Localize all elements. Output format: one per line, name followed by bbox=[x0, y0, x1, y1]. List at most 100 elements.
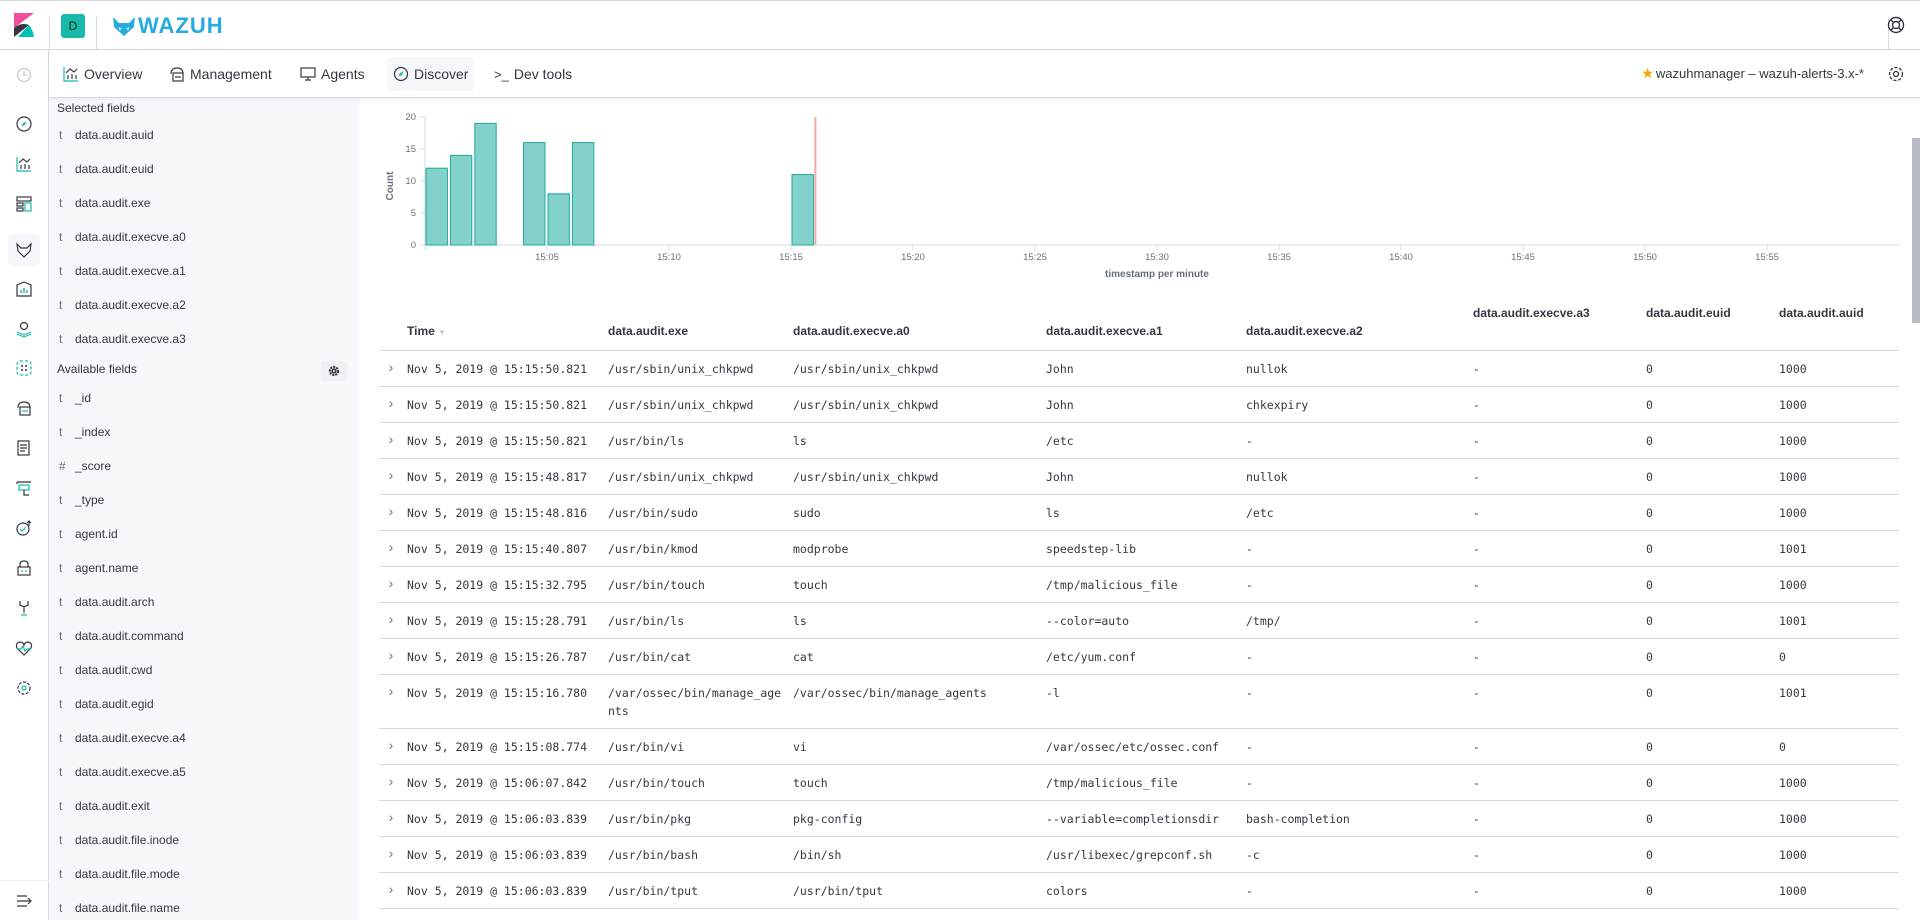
expand-row-chevron-icon[interactable]: › bbox=[379, 386, 403, 423]
tab-discover[interactable]: Discover bbox=[387, 57, 475, 91]
table-row[interactable]: › Nov 5, 2019 @ 15:15:48.817/usr/sbin/uni… bbox=[379, 458, 1899, 495]
tab-agents[interactable]: Agents bbox=[294, 57, 371, 91]
expand-row-chevron-icon[interactable]: › bbox=[379, 602, 403, 639]
nav-wazuh[interactable] bbox=[8, 234, 40, 266]
nav-logs[interactable] bbox=[8, 432, 40, 464]
field-item[interactable]: t data.audit.exit bbox=[59, 795, 150, 817]
settings-gear-icon[interactable] bbox=[1886, 64, 1906, 84]
help-lifebuoy-icon[interactable] bbox=[1886, 15, 1906, 35]
nav-management[interactable] bbox=[8, 672, 40, 704]
nav-siem[interactable] bbox=[8, 552, 40, 584]
table-row[interactable]: › Nov 5, 2019 @ 15:06:07.842/usr/bin/touc… bbox=[379, 764, 1899, 801]
col-header-execve-a2[interactable]: data.audit.execve.a2 bbox=[1242, 298, 1469, 351]
field-item[interactable]: t data.audit.egid bbox=[59, 693, 154, 715]
col-header-exe[interactable]: data.audit.exe bbox=[604, 298, 789, 351]
histogram-svg[interactable]: Count timestamp per minute 0 5 10 15 20 15:05… bbox=[359, 98, 1909, 288]
expand-row-chevron-icon[interactable]: › bbox=[379, 350, 403, 387]
tab-management[interactable]: Management bbox=[163, 57, 278, 91]
nav-uptime[interactable] bbox=[8, 512, 40, 544]
field-item[interactable]: t data.audit.cwd bbox=[59, 659, 152, 681]
sort-desc-icon[interactable]: ▼ bbox=[438, 328, 446, 337]
expand-row-chevron-icon[interactable]: › bbox=[379, 530, 403, 567]
field-item[interactable]: # _score bbox=[59, 455, 111, 477]
table-row[interactable]: › Nov 5, 2019 @ 15:15:50.821/usr/bin/ls ls… bbox=[379, 422, 1899, 459]
expand-row-chevron-icon[interactable]: › bbox=[379, 764, 403, 801]
field-item[interactable]: t data.audit.execve.a4 bbox=[59, 727, 186, 749]
col-header-time[interactable]: Time ▼ bbox=[403, 298, 604, 351]
recently-viewed-button[interactable] bbox=[8, 59, 40, 91]
col-header-execve-a3[interactable]: data.audit.execve.a3 bbox=[1469, 298, 1642, 351]
expand-row-chevron-icon[interactable]: › bbox=[379, 566, 403, 603]
field-item[interactable]: t agent.name bbox=[59, 557, 138, 579]
table-row[interactable]: › Nov 5, 2019 @ 15:06:03.839/usr/bin/bash… bbox=[379, 836, 1899, 873]
field-item[interactable]: t agent.id bbox=[59, 523, 118, 545]
col-header-euid[interactable]: data.audit.euid bbox=[1642, 298, 1775, 351]
histogram-bar[interactable] bbox=[791, 174, 814, 246]
field-item[interactable]: t data.audit.command bbox=[59, 625, 184, 647]
field-item[interactable]: t data.audit.euid bbox=[59, 158, 154, 180]
table-row[interactable]: › Nov 5, 2019 @ 15:15:28.791/usr/bin/ls ls… bbox=[379, 602, 1899, 639]
expand-row-chevron-icon[interactable]: › bbox=[379, 800, 403, 837]
nav-discover[interactable] bbox=[8, 108, 40, 140]
field-settings-button[interactable] bbox=[321, 361, 347, 381]
expand-row-chevron-icon[interactable]: › bbox=[379, 728, 403, 765]
nav-dashboard[interactable] bbox=[8, 188, 40, 220]
expand-row-chevron-icon[interactable]: › bbox=[379, 638, 403, 675]
table-row[interactable]: › Nov 5, 2019 @ 15:15:50.821/usr/sbin/uni… bbox=[379, 386, 1899, 423]
table-row[interactable]: › Nov 5, 2019 @ 15:15:26.787/usr/bin/cat c… bbox=[379, 638, 1899, 675]
col-header-execve-a0[interactable]: data.audit.execve.a0 bbox=[789, 298, 1042, 351]
histogram-bar[interactable] bbox=[547, 193, 570, 246]
histogram-bar[interactable] bbox=[474, 122, 497, 246]
table-row[interactable]: › Nov 5, 2019 @ 15:15:48.816/usr/bin/sudo… bbox=[379, 494, 1899, 531]
table-row[interactable]: › Nov 5, 2019 @ 15:15:16.780/var/ossec/bi… bbox=[379, 674, 1899, 729]
tab-dev-tools[interactable]: >_ Dev tools bbox=[488, 57, 578, 91]
expand-row-chevron-icon[interactable]: › bbox=[379, 674, 403, 729]
expand-row-chevron-icon[interactable]: › bbox=[379, 458, 403, 495]
nav-monitoring[interactable] bbox=[8, 632, 40, 664]
nav-infrastructure[interactable] bbox=[8, 392, 40, 424]
expand-row-chevron-icon[interactable]: › bbox=[379, 494, 403, 531]
field-item[interactable]: t data.audit.file.inode bbox=[59, 829, 179, 851]
expand-row-chevron-icon[interactable]: › bbox=[379, 872, 403, 909]
collapse-nav-button[interactable] bbox=[0, 880, 49, 920]
nav-visualize[interactable] bbox=[8, 148, 40, 180]
nav-apm[interactable] bbox=[8, 472, 40, 504]
field-item[interactable]: t data.audit.exe bbox=[59, 192, 150, 214]
table-row[interactable]: › Nov 5, 2019 @ 15:15:50.821/usr/sbin/uni… bbox=[379, 350, 1899, 387]
field-item[interactable]: t data.audit.execve.a0 bbox=[59, 226, 186, 248]
col-header-execve-a1[interactable]: data.audit.execve.a1 bbox=[1042, 298, 1242, 351]
field-item[interactable]: t data.audit.execve.a5 bbox=[59, 761, 186, 783]
field-item[interactable]: t _type bbox=[59, 489, 104, 511]
field-item[interactable]: t data.audit.auid bbox=[59, 124, 154, 146]
nav-dev-tools[interactable] bbox=[8, 592, 40, 624]
field-item[interactable]: t data.audit.execve.a3 bbox=[59, 328, 186, 350]
histogram-bar[interactable] bbox=[571, 142, 595, 246]
field-item[interactable]: t data.audit.arch bbox=[59, 591, 154, 613]
expand-row-chevron-icon[interactable]: › bbox=[379, 422, 403, 459]
field-item[interactable]: t _index bbox=[59, 421, 110, 443]
nav-canvas[interactable] bbox=[8, 273, 40, 305]
field-item[interactable]: t data.audit.execve.a2 bbox=[59, 294, 186, 316]
table-row[interactable]: › Nov 5, 2019 @ 15:15:40.807/usr/bin/kmod… bbox=[379, 530, 1899, 567]
index-pattern-selector[interactable]: ★ wazuhmanager – wazuh-alerts-3.x-* bbox=[1641, 65, 1864, 82]
field-item[interactable]: t _id bbox=[59, 387, 91, 409]
nav-ml[interactable] bbox=[8, 352, 40, 384]
table-row[interactable]: › Nov 5, 2019 @ 15:15:08.774/usr/bin/vi vi… bbox=[379, 728, 1899, 765]
wazuh-logo[interactable]: WAZUH bbox=[112, 13, 224, 39]
histogram-bar[interactable] bbox=[449, 154, 473, 246]
expand-row-chevron-icon[interactable]: › bbox=[379, 836, 403, 873]
kibana-logo-icon[interactable] bbox=[14, 13, 34, 37]
tab-overview[interactable]: Overview bbox=[57, 57, 148, 91]
histogram-bar[interactable] bbox=[425, 167, 448, 246]
nav-maps[interactable] bbox=[8, 313, 40, 345]
field-item[interactable]: t data.audit.execve.a1 bbox=[59, 260, 186, 282]
histogram-bar[interactable] bbox=[523, 142, 546, 246]
page-scrollbar[interactable] bbox=[1912, 138, 1920, 323]
field-item[interactable]: t data.audit.file.mode bbox=[59, 863, 180, 885]
field-item[interactable]: t data.audit.file.name bbox=[59, 897, 180, 919]
table-row[interactable]: › Nov 5, 2019 @ 15:15:32.795/usr/bin/touc… bbox=[379, 566, 1899, 603]
col-header-auid[interactable]: data.audit.auid bbox=[1775, 298, 1899, 351]
space-avatar[interactable]: D bbox=[61, 14, 85, 38]
table-row[interactable]: › Nov 5, 2019 @ 15:06:03.839/usr/bin/tput… bbox=[379, 872, 1899, 909]
table-row[interactable]: › Nov 5, 2019 @ 15:06:03.839/usr/bin/pkg p… bbox=[379, 800, 1899, 837]
